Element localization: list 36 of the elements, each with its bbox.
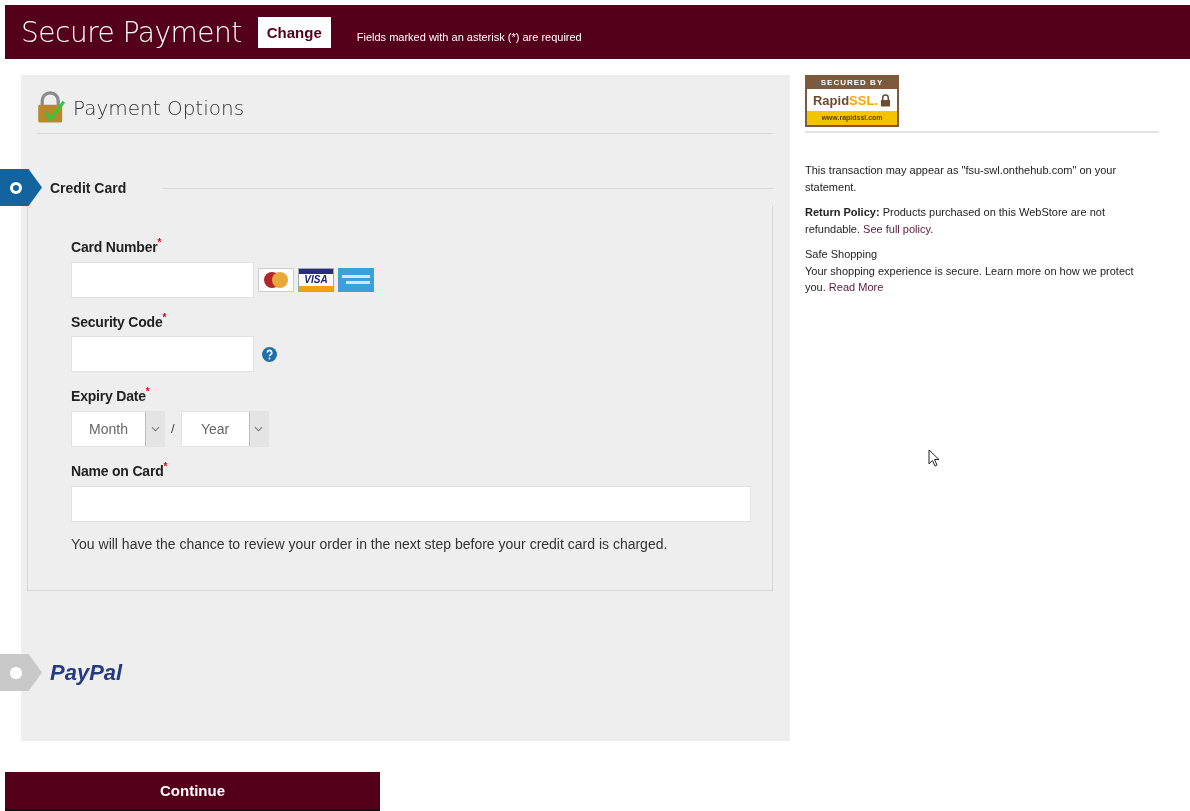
- badge-text: SECURED BY: [807, 77, 897, 89]
- safe-shopping-title: Safe Shopping: [805, 247, 879, 262]
- input-field[interactable]: [71, 261, 254, 298]
- help-icon[interactable]: [262, 346, 277, 362]
- continue-button[interactable]: Continue: [5, 772, 380, 811]
- mouse-pointer-icon: [928, 449, 940, 467]
- mastercard-icon: [258, 267, 294, 292]
- chevron-icon: [254, 425, 264, 432]
- page-title: Secure Payment: [21, 15, 242, 49]
- chevron-icon: [150, 425, 160, 432]
- statement-text: This transaction may appear as "fsu-swl.onthehub.com" on your statement.: [805, 163, 1118, 195]
- field-label: Expiry Date$^{*}$: [71, 386, 150, 404]
- input-field[interactable]: [71, 485, 751, 522]
- field-label: Card Number$^{*}$: [71, 237, 162, 255]
- required-note: Fields marked with an asterisk (*) are required: [356, 31, 582, 43]
- read-more-link[interactable]: Read More: [828, 281, 884, 293]
- method-label: Credit Card: [50, 179, 127, 196]
- padlock-icon: [880, 93, 891, 107]
- visa-logo: VISA: [298, 267, 334, 292]
- month-select[interactable]: Month: [71, 410, 165, 447]
- safe-shopping-text: Your shopping experience is secure. Learn more on how we protect you. Read More: [805, 263, 1135, 295]
- amex-icon: [338, 267, 374, 292]
- field-label: Name on Card$^{*}$: [71, 460, 168, 479]
- year-select[interactable]: Year: [180, 410, 269, 447]
- policy-link[interactable]: See full policy.: [863, 222, 934, 235]
- section-title: Payment Options: [73, 96, 245, 120]
- date-separator: /: [171, 421, 175, 437]
- badge-brand: RapidSSL.: [813, 92, 878, 108]
- change-button[interactable]: Change: [257, 16, 331, 48]
- paypal-logo: PayPal: [50, 659, 123, 686]
- input-field[interactable]: [71, 336, 254, 373]
- review-note: You will have the chance to review your order in the next step before your credit card is charged.: [71, 535, 669, 552]
- field-label: Security Code$^{*}$: [71, 311, 167, 330]
- return-policy-text: Return Policy: Products purchased on this WebStore are not refundable. See full policy.: [805, 205, 1106, 237]
- radio-tab[interactable]: [0, 169, 42, 206]
- radio-tab[interactable]: [0, 654, 42, 691]
